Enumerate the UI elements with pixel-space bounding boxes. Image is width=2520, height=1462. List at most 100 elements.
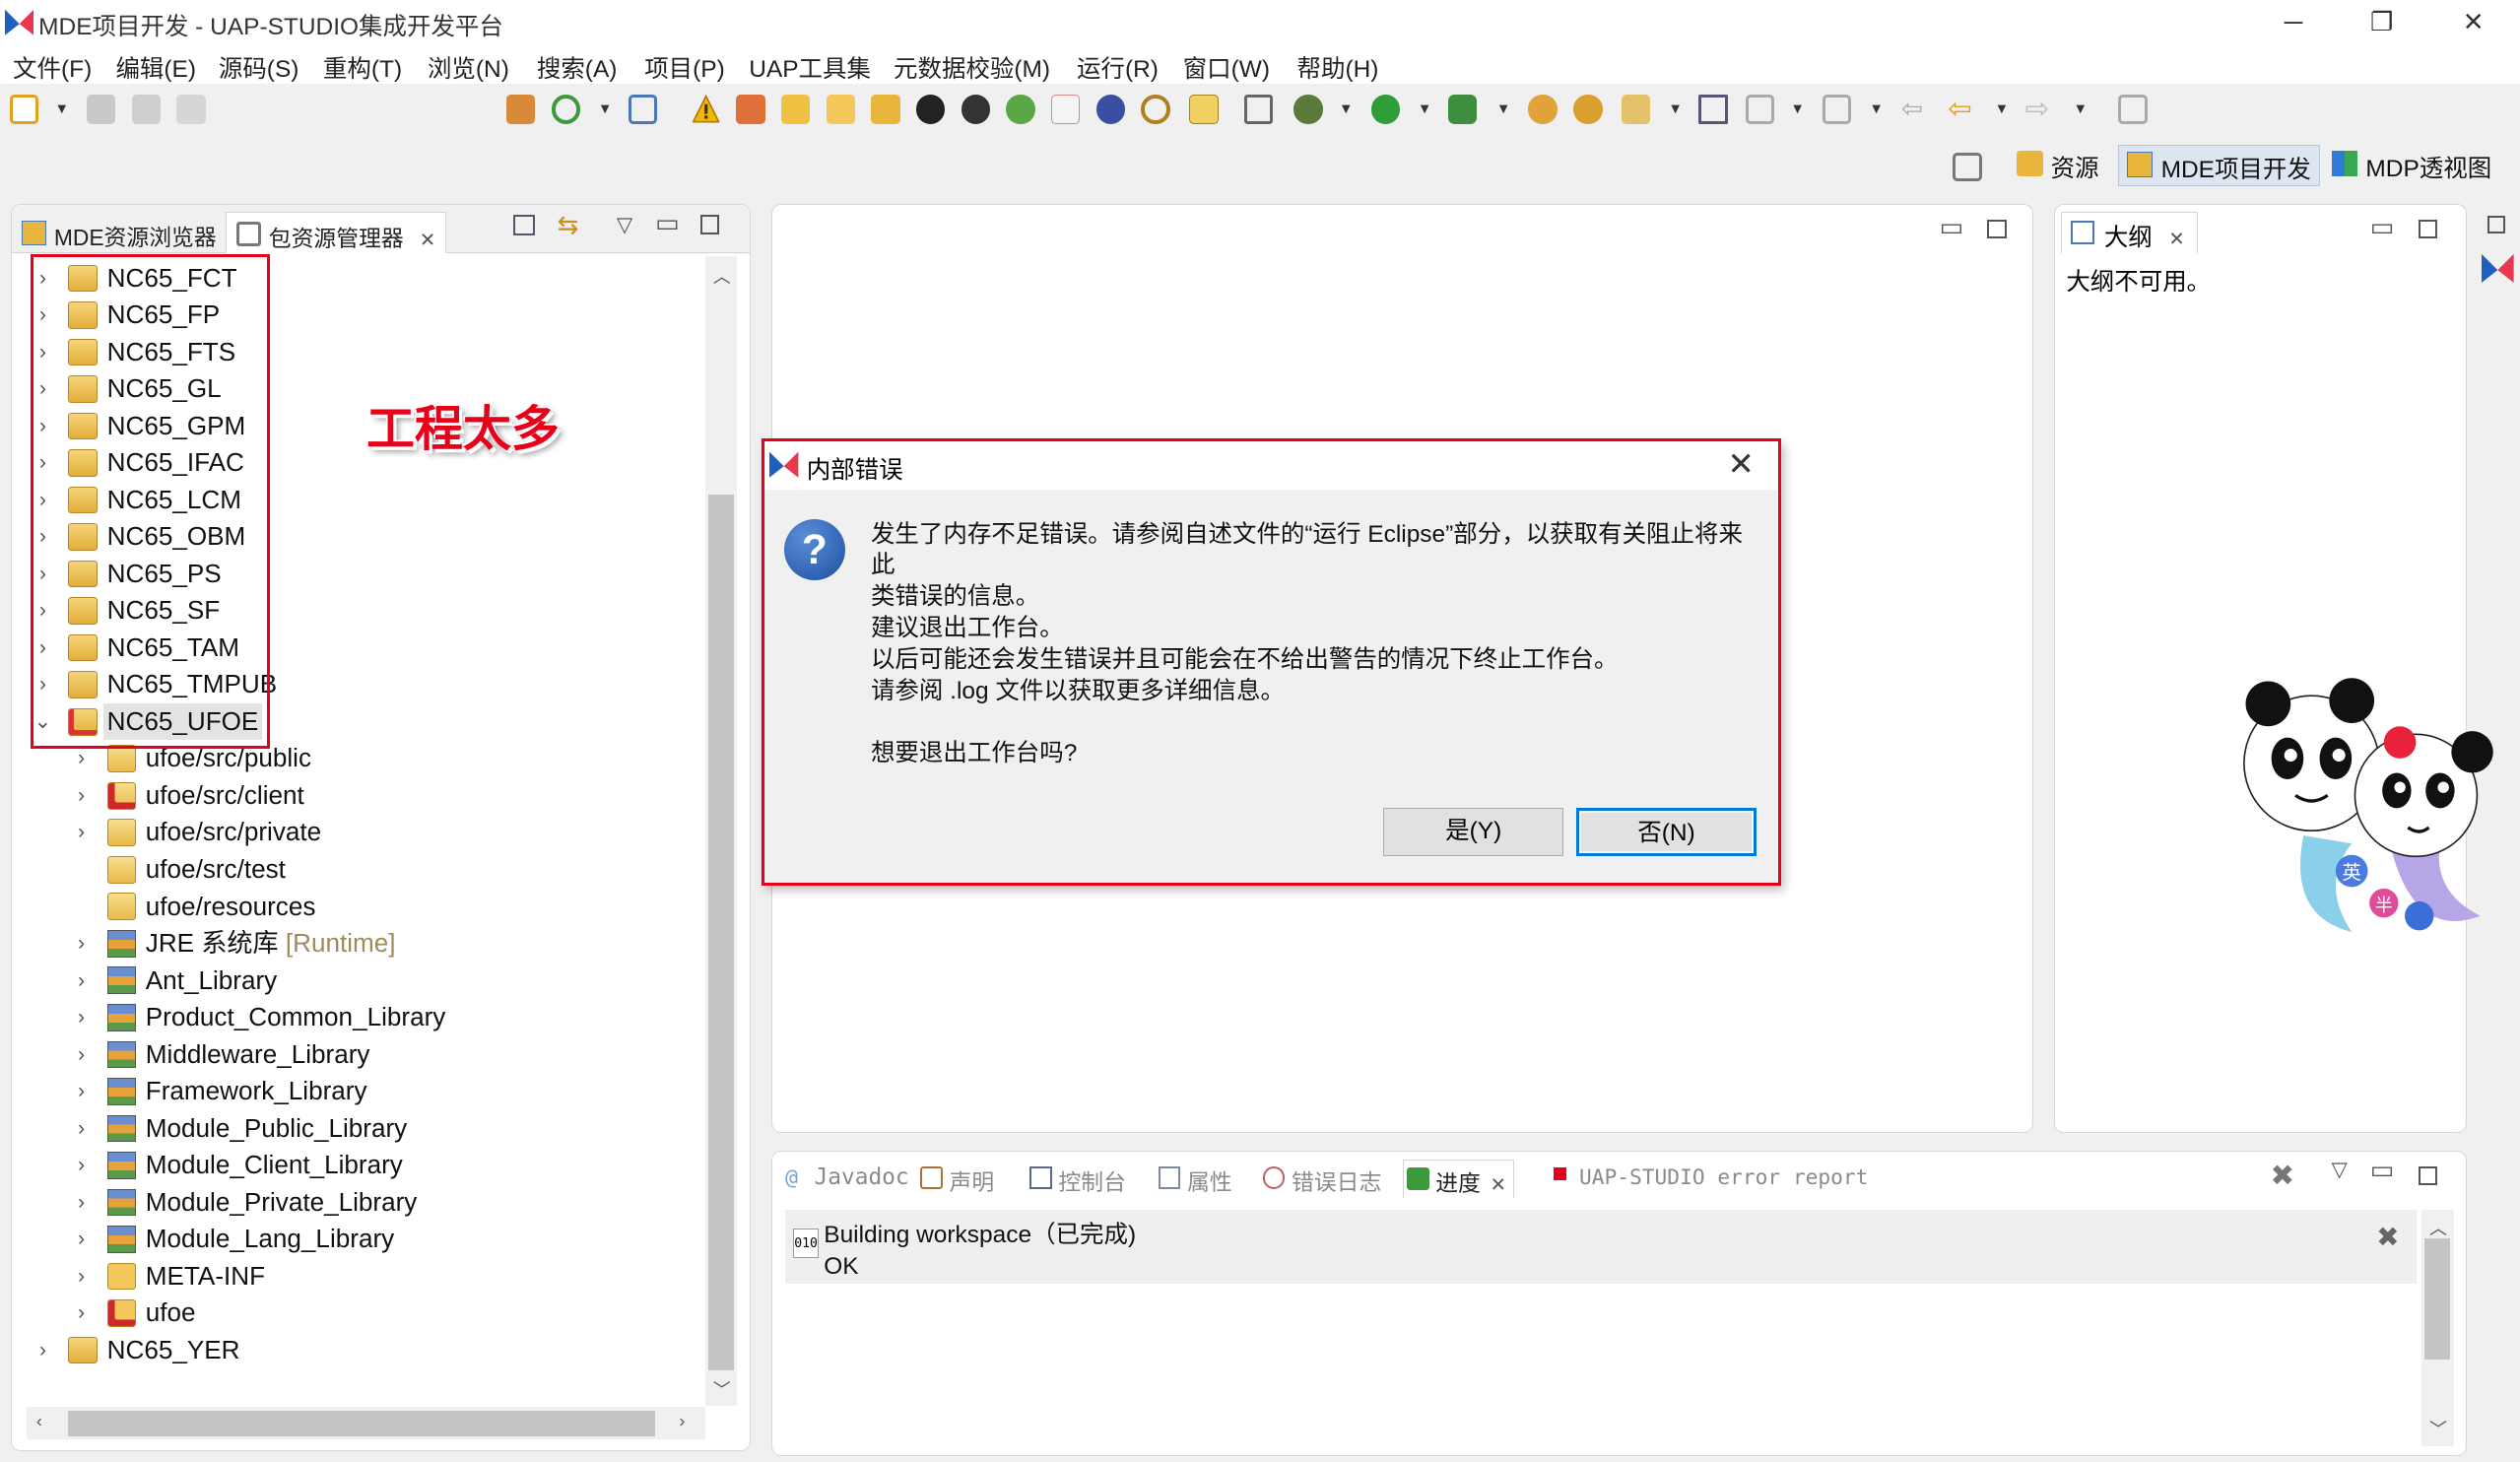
warning-icon[interactable] xyxy=(691,95,720,123)
run-dropdown-icon[interactable]: ▼ xyxy=(1418,101,1432,117)
globe-icon[interactable] xyxy=(1095,95,1125,124)
perspective-resource[interactable]: 资源 xyxy=(2009,145,2107,186)
last-edit-icon[interactable]: ⇦ xyxy=(1901,95,1930,123)
tree-item-library[interactable]: › Ant_Library xyxy=(72,963,705,1000)
back-dropdown-icon[interactable]: ▼ xyxy=(1995,101,2010,117)
expand-arrow-icon[interactable]: › xyxy=(72,999,92,1036)
package-icon[interactable] xyxy=(780,95,811,124)
tree-item-library[interactable]: › Middleware_Library xyxy=(72,1036,705,1074)
minimize-view-icon[interactable]: ▭ xyxy=(655,208,680,238)
refresh-dropdown-icon[interactable]: ▼ xyxy=(598,101,613,117)
close-tab-icon[interactable]: ✕ xyxy=(1491,1174,1506,1196)
tab-error-log[interactable]: 错误日志 xyxy=(1259,1160,1387,1198)
menu-refactor[interactable]: 重构(T) xyxy=(323,50,402,85)
tree-item-library[interactable]: › Module_Client_Library xyxy=(72,1147,705,1184)
debug-dropdown-icon[interactable]: ▼ xyxy=(1339,101,1354,117)
search-magnifier-icon[interactable] xyxy=(1141,95,1170,124)
scroll-up-icon[interactable]: ︿ xyxy=(2429,1215,2447,1240)
expand-arrow-icon[interactable]: › xyxy=(72,1221,92,1258)
tab-package-explorer[interactable]: 包资源管理器 ✕ xyxy=(226,211,447,254)
tree-item-source-folder[interactable]: › ufoe/src/private xyxy=(72,814,705,851)
refresh-run-icon[interactable] xyxy=(551,95,580,124)
expand-arrow-icon[interactable]: › xyxy=(72,1110,92,1148)
menu-file[interactable]: 文件(F) xyxy=(13,50,92,85)
no-button[interactable]: 否(N) xyxy=(1576,808,1757,857)
scroll-thumb[interactable] xyxy=(2424,1238,2451,1360)
mde-trim-logo-icon[interactable] xyxy=(2481,252,2514,285)
dialog-close-button[interactable]: ✕ xyxy=(1727,445,1754,483)
open-file-icon[interactable] xyxy=(628,95,658,124)
collapse-all-icon[interactable] xyxy=(513,214,535,236)
expand-arrow-icon[interactable]: › xyxy=(72,814,92,851)
tree-item-source-folder[interactable]: ufoe/resources xyxy=(72,889,705,926)
view-menu-icon[interactable]: ▽ xyxy=(617,212,632,237)
forward-arrow-icon[interactable]: ⇨ xyxy=(2025,95,2054,123)
expand-arrow-icon[interactable]: › xyxy=(72,777,92,815)
expand-arrow-icon[interactable]: › xyxy=(72,925,92,963)
perspective-mde[interactable]: MDE项目开发 xyxy=(2118,144,2320,187)
expand-arrow-icon[interactable]: › xyxy=(72,1258,92,1296)
java-file-icon[interactable] xyxy=(1050,95,1081,124)
scroll-up-icon[interactable]: ︿ xyxy=(713,263,731,289)
print-icon[interactable] xyxy=(176,95,206,124)
scroll-down-icon[interactable]: ﹀ xyxy=(713,1376,731,1402)
save-icon[interactable] xyxy=(87,95,116,124)
tree-vertical-scrollbar[interactable]: ︿ ﹀ xyxy=(704,256,738,1406)
tab-declaration[interactable]: 声明 xyxy=(917,1160,1001,1198)
tree-item-library[interactable]: › Product_Common_Library xyxy=(72,999,705,1036)
remove-entry-icon[interactable]: ✖ xyxy=(2376,1221,2399,1253)
tab-outline[interactable]: 大纲 ✕ xyxy=(2061,211,2199,254)
next-edit-dropdown-icon[interactable]: ▼ xyxy=(1869,101,1884,117)
menu-navigate[interactable]: 浏览(N) xyxy=(428,50,509,85)
tab-console[interactable]: 控制台 xyxy=(1027,1160,1133,1198)
run-external-dropdown-icon[interactable]: ▼ xyxy=(1496,101,1511,117)
view-menu-icon[interactable]: ▽ xyxy=(2332,1157,2348,1182)
expand-arrow-icon[interactable]: › xyxy=(72,1073,92,1110)
menu-metadata-check[interactable]: 元数据校验(M) xyxy=(894,50,1050,85)
scroll-thumb[interactable] xyxy=(707,494,734,1370)
minimize-view-icon[interactable]: ▭ xyxy=(2370,1155,2395,1185)
link-icon[interactable] xyxy=(1243,95,1274,124)
progress-scrollbar[interactable]: ︿ ﹀ xyxy=(2421,1209,2454,1446)
menu-edit[interactable]: 编辑(E) xyxy=(115,50,196,85)
expand-arrow-icon[interactable]: › xyxy=(72,1036,92,1074)
maximize-view-icon[interactable] xyxy=(2418,1165,2438,1186)
tool-icon[interactable] xyxy=(736,95,765,124)
green-play-icon[interactable] xyxy=(1006,95,1035,124)
open-task-icon[interactable] xyxy=(1573,95,1603,124)
run-external-icon[interactable] xyxy=(1447,95,1478,124)
debug-config-icon[interactable] xyxy=(505,95,536,124)
tree-item-library[interactable]: › Module_Public_Library xyxy=(72,1110,705,1148)
folder-export-icon[interactable] xyxy=(871,95,900,124)
run-icon[interactable] xyxy=(1370,95,1400,124)
menu-help[interactable]: 帮助(H) xyxy=(1297,50,1379,85)
tab-error-report[interactable]: UAP-STUDIO error report xyxy=(1547,1160,1875,1198)
progress-entry[interactable]: 010 Building workspace（已完成) OK ✖ xyxy=(785,1209,2417,1284)
menu-window[interactable]: 窗口(W) xyxy=(1183,50,1270,85)
tree-item-folder[interactable]: › ufoe xyxy=(72,1295,705,1332)
scroll-right-icon[interactable]: › xyxy=(679,1411,685,1431)
tree-horizontal-scrollbar[interactable]: ‹ › xyxy=(27,1407,705,1440)
tab-javadoc[interactable]: @ Javadoc xyxy=(782,1160,915,1198)
tree-item-folder[interactable]: › META-INF xyxy=(72,1258,705,1296)
scroll-down-icon[interactable]: ﹀ xyxy=(2429,1416,2447,1441)
tab-properties[interactable]: 属性 xyxy=(1155,1160,1238,1198)
pen-icon[interactable] xyxy=(1622,95,1651,124)
menu-search[interactable]: 搜索(A) xyxy=(537,50,618,85)
tree-item-library[interactable]: › Framework_Library xyxy=(72,1073,705,1110)
open-perspective-icon[interactable] xyxy=(1953,152,1982,182)
restore-button[interactable]: ❐ xyxy=(2345,0,2419,45)
next-annotation-icon[interactable] xyxy=(1698,95,1728,124)
menu-source[interactable]: 源码(S) xyxy=(219,50,299,85)
menu-project[interactable]: 项目(P) xyxy=(644,50,725,85)
tree-item-source-folder[interactable]: ufoe/src/test xyxy=(72,851,705,889)
expand-arrow-icon[interactable]: › xyxy=(72,1147,92,1184)
tree-item-project[interactable]: › NC65_YER xyxy=(33,1332,705,1369)
maximize-view-icon[interactable] xyxy=(2418,219,2438,239)
pen-dropdown-icon[interactable]: ▼ xyxy=(1668,101,1683,117)
expand-arrow-icon[interactable]: › xyxy=(72,1295,92,1332)
menu-run[interactable]: 运行(R) xyxy=(1077,50,1159,85)
table-icon[interactable] xyxy=(1189,95,1219,124)
expand-arrow-icon[interactable]: › xyxy=(33,1332,53,1369)
tab-mde-browser[interactable]: MDE资源浏览器 xyxy=(12,212,226,253)
